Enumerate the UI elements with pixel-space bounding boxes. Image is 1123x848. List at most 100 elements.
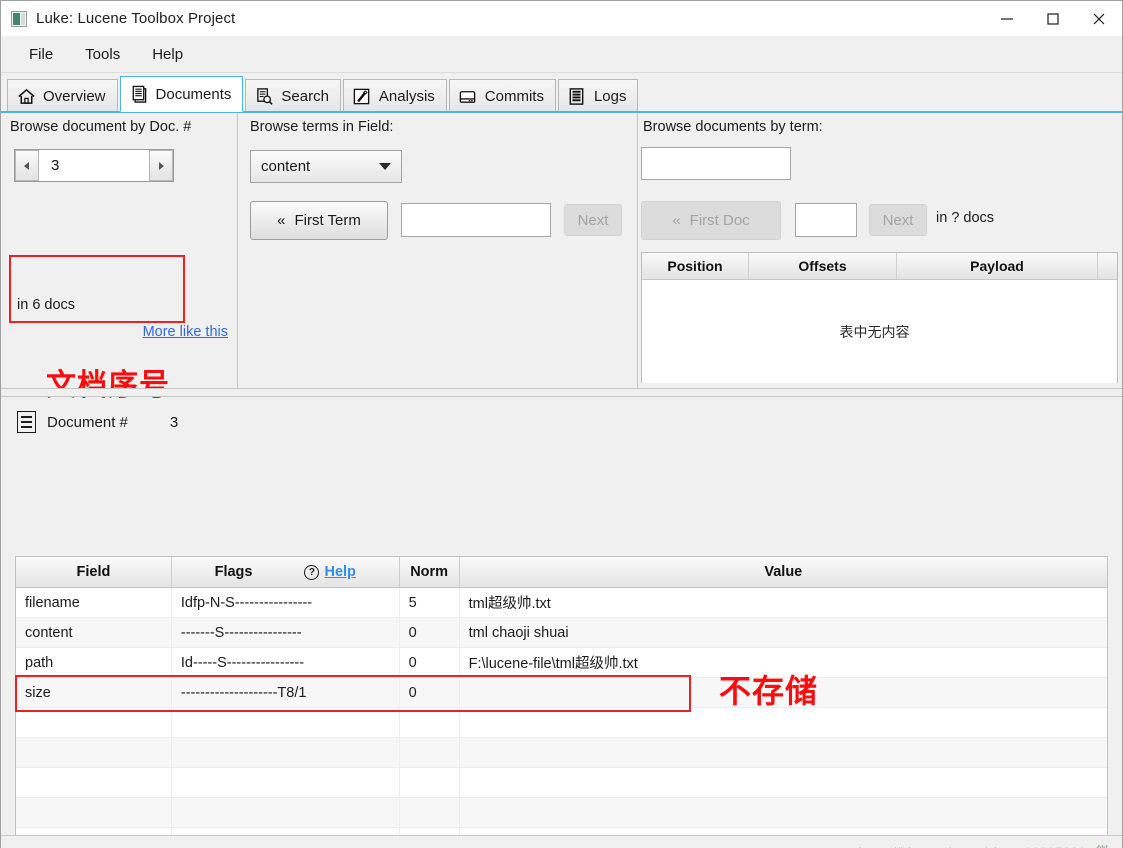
cell-field <box>16 798 172 828</box>
cell-norm <box>399 738 460 768</box>
window-title: Luke: Lucene Toolbox Project <box>36 10 236 27</box>
horizontal-splitter[interactable] <box>1 388 1122 397</box>
csdn-logo-icon: 微 <box>1092 842 1114 848</box>
tab-search[interactable]: Search <box>245 79 341 112</box>
table-row[interactable] <box>16 798 1107 828</box>
table-row[interactable] <box>16 768 1107 798</box>
document-fields-table: Field Flags ? Help Norm Value filename Id… <box>15 556 1108 848</box>
maximize-button[interactable] <box>1030 1 1076 36</box>
cell-field <box>16 708 172 738</box>
tab-logs[interactable]: Logs <box>557 79 639 112</box>
column-header-position[interactable]: Position <box>642 253 749 279</box>
tab-overview-label: Overview <box>43 87 106 105</box>
cell-flags <box>171 738 400 768</box>
cell-value <box>459 768 1107 798</box>
column-header-payload[interactable]: Payload <box>897 253 1098 279</box>
double-chevron-left-icon: « <box>277 212 286 229</box>
tab-bar: Overview Documents Search Analysis Commi… <box>1 74 1122 112</box>
term-positions-table: Position Offsets Payload 表中无内容 <box>641 252 1118 383</box>
cell-norm <box>399 708 460 738</box>
tab-commits-label: Commits <box>484 87 544 105</box>
table-row[interactable] <box>16 738 1107 768</box>
browse-document-panel: Browse document by Doc. # 3 in 6 docs Mo… <box>1 113 237 452</box>
column-header-offsets[interactable]: Offsets <box>749 253 897 279</box>
triangle-right-icon[interactable] <box>149 150 173 181</box>
next-doc-button[interactable]: Next <box>869 204 927 236</box>
search-icon <box>254 86 274 106</box>
doc-number-spinner[interactable]: 3 <box>14 149 174 182</box>
next-term-label: Next <box>577 211 609 229</box>
first-term-button[interactable]: « First Term <box>250 201 388 240</box>
tab-analysis-label: Analysis <box>378 87 435 105</box>
cell-norm: 0 <box>399 618 460 648</box>
column-header-flags-label: Flags <box>214 564 253 580</box>
app-icon <box>11 10 27 27</box>
minimize-button[interactable] <box>984 1 1030 36</box>
column-header-flags[interactable]: Flags ? Help <box>172 557 400 587</box>
cell-field: content <box>16 618 172 648</box>
document-header-label: Document # <box>47 413 128 431</box>
luke-application-window: Luke: Lucene Toolbox Project File Tools … <box>0 0 1123 848</box>
column-header-value[interactable]: Value <box>460 557 1107 587</box>
browse-documents-by-term-label: Browse documents by term: <box>643 119 823 135</box>
field-select[interactable]: content <box>250 150 402 183</box>
cell-flags: --------------------T8/1 <box>171 678 400 708</box>
help-link[interactable]: Help <box>324 564 355 580</box>
menu-tools[interactable]: Tools <box>73 43 132 66</box>
documents-icon <box>129 84 149 104</box>
menu-bar: File Tools Help <box>1 36 1122 73</box>
cell-flags <box>171 798 400 828</box>
panel-divider-1[interactable] <box>237 113 238 388</box>
first-doc-label: First Doc <box>689 212 750 229</box>
docs-count-label: in 6 docs <box>17 297 76 313</box>
term-input[interactable] <box>401 203 551 237</box>
first-doc-button[interactable]: « First Doc <box>641 201 781 240</box>
browse-terms-label: Browse terms in Field: <box>250 119 394 135</box>
term-positions-empty-message: 表中无内容 <box>839 324 910 341</box>
cell-value <box>459 798 1107 828</box>
table-row[interactable]: size --------------------T8/1 0 <box>16 678 1107 708</box>
close-button[interactable] <box>1076 1 1122 36</box>
document-detail-panel: Document # 3 Field Flags ? Help Norm Val… <box>1 398 1122 848</box>
cell-norm: 0 <box>399 648 460 678</box>
table-row[interactable] <box>16 708 1107 738</box>
table-row[interactable]: path Id-----S---------------- 0 F:\lucene-f… <box>16 648 1107 678</box>
menu-file[interactable]: File <box>17 43 65 66</box>
cell-field: path <box>16 648 172 678</box>
cell-flags: Idfp-N-S---------------- <box>171 588 400 618</box>
field-select-value: content <box>261 158 311 175</box>
next-term-button[interactable]: Next <box>564 204 622 236</box>
term-positions-table-header: Position Offsets Payload <box>642 253 1117 280</box>
triangle-left-icon[interactable] <box>15 150 39 181</box>
browse-term-input[interactable] <box>641 147 791 180</box>
column-header-spacer <box>1098 253 1117 279</box>
document-header-number: 3 <box>169 413 179 431</box>
home-icon <box>16 86 36 106</box>
status-bar: https://blog.csdn.net/sinat_33087001 微 <box>1 835 1122 848</box>
table-row[interactable]: content -------S---------------- 0 tml chao… <box>16 618 1107 648</box>
top-panels: Browse document by Doc. # 3 in 6 docs Mo… <box>1 113 1122 452</box>
panel-divider-2[interactable] <box>637 113 638 388</box>
window-controls <box>984 1 1122 36</box>
tab-commits[interactable]: Commits <box>448 79 556 112</box>
tab-analysis[interactable]: Analysis <box>342 79 447 112</box>
cell-norm <box>399 768 460 798</box>
browse-document-label: Browse document by Doc. # <box>10 119 192 135</box>
table-row[interactable]: filename Idfp-N-S---------------- 5 tml超级帅.… <box>16 588 1107 618</box>
browse-terms-panel: Browse terms in Field: content « First T… <box>239 113 637 388</box>
doc-number-input[interactable]: 3 <box>39 150 149 181</box>
document-icon <box>17 411 36 433</box>
column-header-norm[interactable]: Norm <box>400 557 460 587</box>
more-like-this-link[interactable]: More like this <box>143 324 228 340</box>
flags-help[interactable]: ? Help <box>304 564 356 580</box>
disk-icon <box>458 86 478 106</box>
tab-overview[interactable]: Overview <box>7 79 118 112</box>
column-header-field[interactable]: Field <box>16 557 172 587</box>
cell-field <box>16 768 172 798</box>
menu-help[interactable]: Help <box>140 43 195 66</box>
cell-value: tml chaoji shuai <box>459 618 1107 648</box>
tab-documents-label: Documents <box>155 85 232 103</box>
annotation-text-not-stored: 不存储 <box>719 672 819 710</box>
tab-documents[interactable]: Documents <box>119 76 244 112</box>
term-doc-number-input[interactable] <box>795 203 857 237</box>
